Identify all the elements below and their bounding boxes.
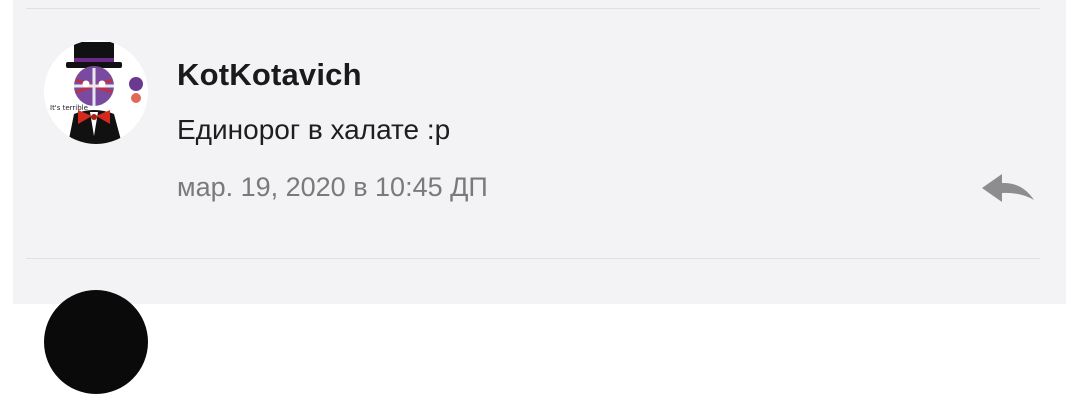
reply-arrow-icon <box>982 174 1034 202</box>
comment-timestamp: мар. 19, 2020 в 10:45 ДП <box>177 172 488 202</box>
comment-text: Единорог в халате :p <box>177 114 451 145</box>
divider <box>26 258 1040 259</box>
comment-username[interactable]: KotKotavich <box>177 57 362 93</box>
next-comment-avatar[interactable] <box>44 290 148 394</box>
user-avatar[interactable]: It's terrible <box>44 40 148 144</box>
divider <box>26 8 1040 9</box>
svg-text:It's terrible: It's terrible <box>50 104 88 112</box>
reply-button[interactable] <box>978 170 1038 210</box>
